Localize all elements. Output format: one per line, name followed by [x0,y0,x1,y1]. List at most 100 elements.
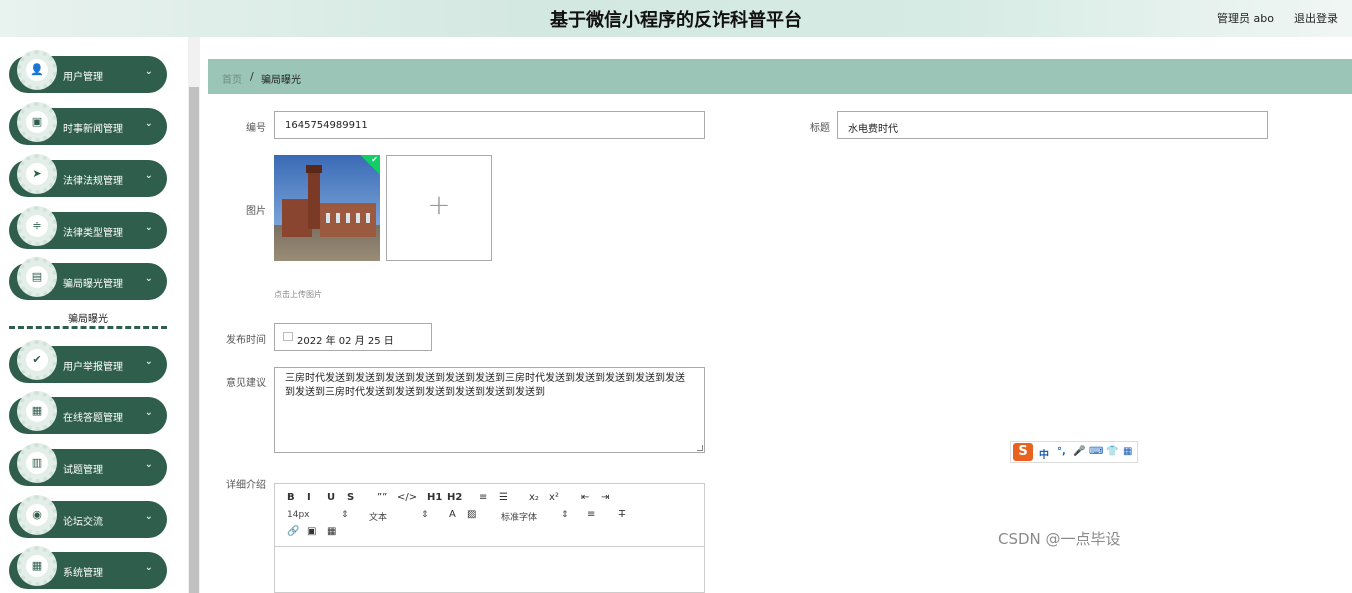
briefcase-icon: ▤ [26,266,48,288]
sidebar-item-label: 法律类型管理 [63,228,123,239]
title-field[interactable]: 水电费时代 [837,111,1268,139]
sidebar-item-label: 系统管理 [63,568,103,579]
background-color-icon[interactable]: ▨ [467,509,476,520]
date-value: 2022 年 02 月 25 日 [297,336,394,347]
font-size-arrow-icon: ⇕ [341,510,349,520]
sidebar-item-user-reports[interactable]: ✔ 用户举报管理 ⌄ [9,340,167,383]
sidebar-item-news[interactable]: ▣ 时事新闻管理 ⌄ [9,102,167,145]
breadcrumb-current: 骗局曝光 [261,75,301,86]
image-icon[interactable]: ▣ [307,526,316,537]
skin-icon[interactable]: 👕 [1106,446,1118,457]
sidebar-item-online-quiz[interactable]: ▦ 在线答题管理 ⌄ [9,391,167,434]
chevron-down-icon: ⌄ [144,562,153,573]
strikethrough-icon[interactable]: S [347,492,354,503]
app-title: 基于微信小程序的反诈科普平台 [550,10,802,31]
sidebar-item-scam-exposure[interactable]: ▤ 骗局曝光管理 ⌄ [9,257,167,300]
sidebar-item-label: 用户管理 [63,72,103,83]
breadcrumb-separator: / [250,70,254,83]
ime-punctuation-icon[interactable]: °, [1057,446,1066,457]
chevron-down-icon: ⌄ [144,273,153,284]
menu-icon-badge: 👤 [17,50,57,90]
superscript-icon[interactable]: x² [549,492,559,503]
sidebar-item-laws[interactable]: ➤ 法律法规管理 ⌄ [9,154,167,197]
sidebar-item-label: 论坛交流 [63,517,103,528]
sidebar-scroll-thumb[interactable] [189,87,199,593]
document-icon: ▥ [26,452,48,474]
outdent-icon[interactable]: ⇤ [581,492,589,503]
plus-icon: + [427,188,451,221]
logout-button[interactable]: 退出登录 [1294,10,1338,26]
italic-icon[interactable]: I [307,492,311,503]
calendar-icon [283,332,293,341]
news-icon: ▣ [26,111,48,133]
suggestion-textarea[interactable]: 三房时代发送到发送到发送到发送到发送到发送到三房时代发送到发送到发送到发送到发送… [274,367,705,453]
keyboard-icon[interactable]: ⌨ [1089,446,1103,457]
blockquote-icon[interactable]: ”” [377,492,387,503]
sidebar-item-users[interactable]: 👤 用户管理 ⌄ [9,50,167,93]
clipboard-icon: ✔ [26,349,48,371]
uploaded-image-thumbnail[interactable]: ✔ [274,155,380,261]
sogou-logo-icon[interactable]: S [1013,443,1033,461]
link-icon[interactable]: 🔗 [287,526,299,537]
grid-icon: ▦ [26,400,48,422]
sidebar-item-label: 用户举报管理 [63,362,123,373]
id-field[interactable]: 1645754989911 [274,111,705,139]
top-bar: 基于微信小程序的反诈科普平台 管理员 abo 退出登录 [0,0,1352,37]
chevron-down-icon: ⌄ [144,66,153,77]
sliders-icon: ≑ [26,215,48,237]
sidebar-item-label: 在线答题管理 [63,413,123,424]
ordered-list-icon[interactable]: ≡ [479,492,487,503]
sidebar-item-label: 时事新闻管理 [63,124,123,135]
grid-icon: ▦ [26,555,48,577]
chevron-down-icon: ⌄ [144,118,153,129]
subscript-icon[interactable]: x₂ [529,492,539,503]
rich-text-editor[interactable]: 14px ⇕ 文本 ⇕ A ▨ 标准字体 ⇕ ≡ T̶ B I U S ”” </> H1 H… [274,483,705,593]
submenu-item-label: 骗局曝光 [68,314,108,325]
underline-icon[interactable]: U [327,492,335,503]
font-size-select[interactable]: 14px [287,510,310,520]
sidebar-item-label: 法律法规管理 [63,176,123,187]
bullet-list-icon[interactable]: ☰ [499,492,508,503]
add-image-button[interactable]: + [386,155,492,261]
breadcrumb-home[interactable]: 首页 [222,71,242,86]
bold-icon[interactable]: B [287,492,295,503]
toolbox-icon[interactable]: ▦ [1123,446,1132,457]
sidebar-item-questions[interactable]: ▥ 试题管理 ⌄ [9,443,167,486]
menu-icon-badge: ▥ [17,443,57,483]
clear-format-icon[interactable]: T̶ [619,509,625,520]
publish-date-picker[interactable]: 2022 年 02 月 25 日 [274,323,432,351]
text-type-select[interactable]: 文本 [369,510,387,523]
font-color-icon[interactable]: A [449,509,456,520]
microphone-icon[interactable]: 🎤 [1073,446,1085,457]
align-icon[interactable]: ≡ [587,509,595,520]
sidebar-item-label: 试题管理 [63,465,103,476]
indent-icon[interactable]: ⇥ [601,492,609,503]
video-icon[interactable]: ▦ [327,526,336,537]
menu-icon-badge: ▣ [17,102,57,142]
resize-handle[interactable] [697,445,703,451]
suggestion-text: 三房时代发送到发送到发送到发送到发送到发送到三房时代发送到发送到发送到发送到发送… [285,373,685,398]
menu-icon-badge: ➤ [17,154,57,194]
ime-chinese-mode[interactable]: 中 [1039,446,1049,461]
sidebar-item-forum[interactable]: ◉ 论坛交流 ⌄ [9,495,167,538]
text-type-arrow-icon: ⇕ [421,510,429,520]
date-label: 发布时间 [226,335,266,346]
sidebar-item-label: 骗局曝光管理 [63,279,123,290]
send-icon: ➤ [26,163,48,185]
heading2-icon[interactable]: H2 [447,492,462,503]
chevron-down-icon: ⌄ [144,356,153,367]
font-family-select[interactable]: 标准字体 [501,510,537,523]
sidebar-item-system[interactable]: ▦ 系统管理 ⌄ [9,546,167,589]
detail-label: 详细介绍 [226,480,266,491]
heading1-icon[interactable]: H1 [427,492,442,503]
menu-icon-badge: ≑ [17,206,57,246]
chevron-down-icon: ⌄ [144,459,153,470]
submenu-item-scam-exposure[interactable]: 骗局曝光 [9,301,167,329]
menu-icon-badge: ▦ [17,391,57,431]
sidebar-item-law-types[interactable]: ≑ 法律类型管理 ⌄ [9,206,167,249]
image-label: 图片 [246,206,266,217]
menu-icon-badge: ◉ [17,495,57,535]
ime-toolbar: S 中 °, 🎤 ⌨ 👕 ▦ [1010,441,1138,463]
code-icon[interactable]: </> [397,492,417,503]
chevron-down-icon: ⌄ [144,170,153,181]
